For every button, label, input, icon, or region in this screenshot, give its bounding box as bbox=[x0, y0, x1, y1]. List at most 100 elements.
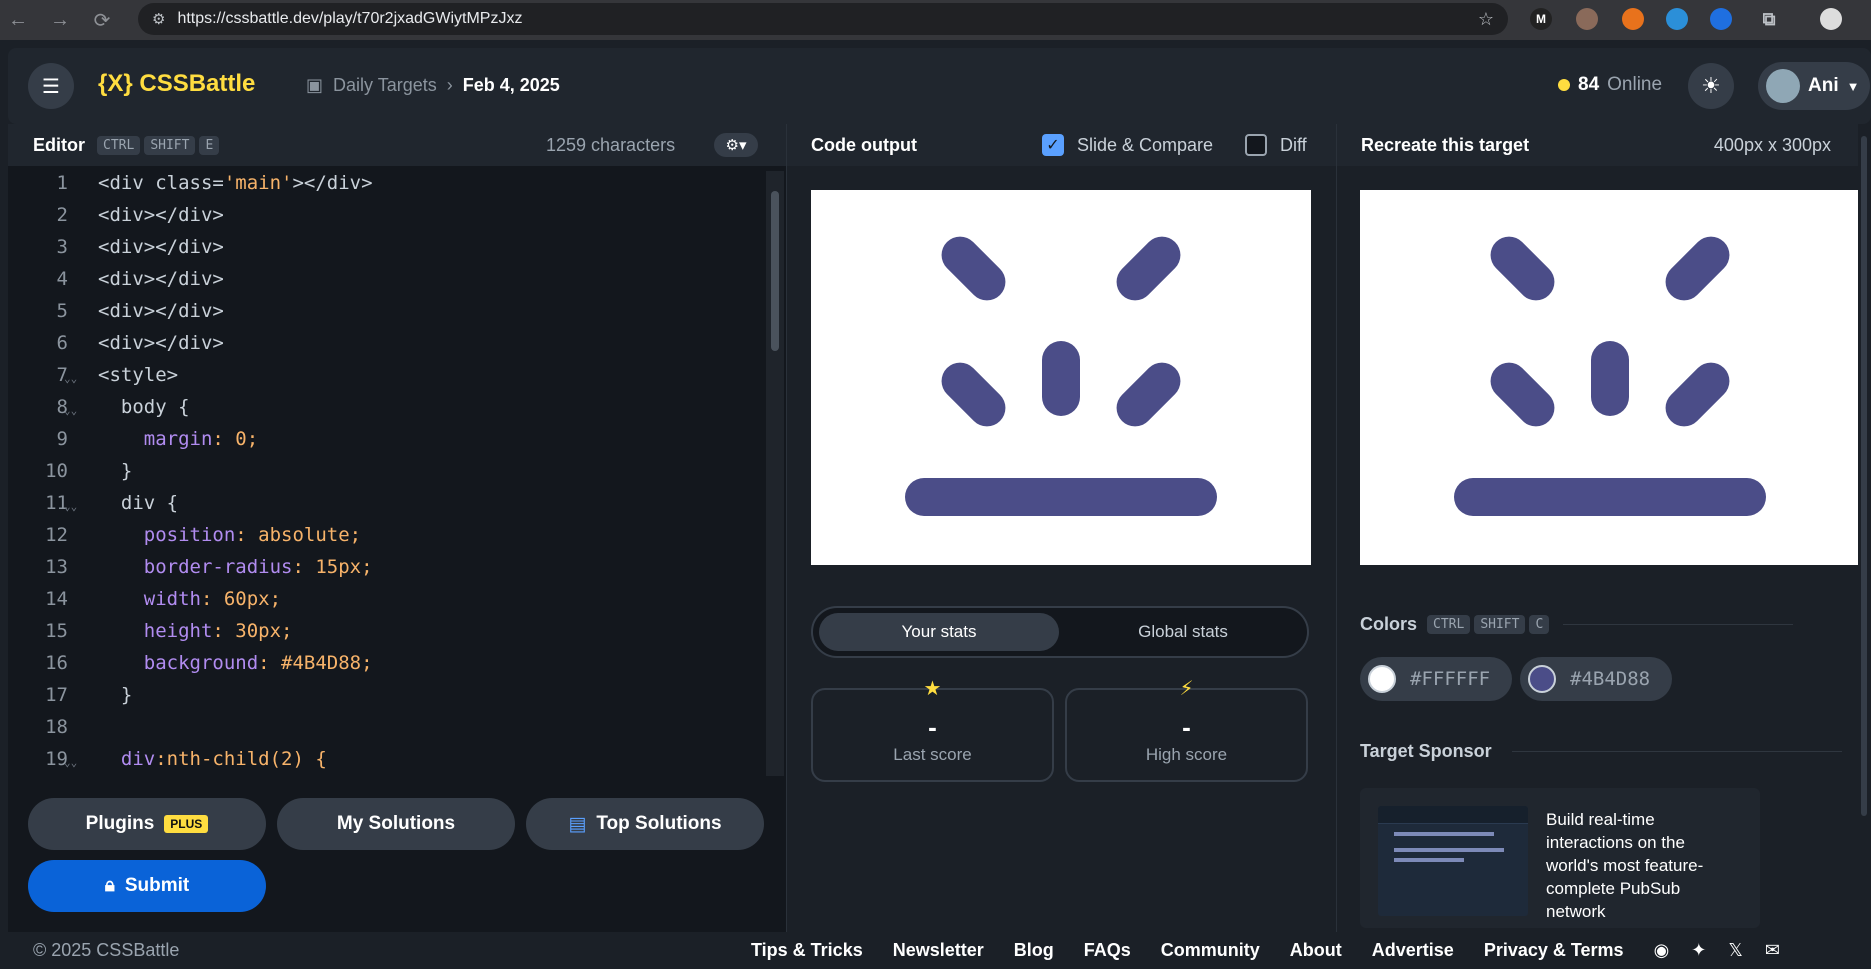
footer-link-faqs[interactable]: FAQs bbox=[1084, 940, 1131, 961]
color-hex: #4B4D88 bbox=[1570, 668, 1651, 690]
menu-button[interactable]: ☰ bbox=[28, 63, 74, 109]
breadcrumb-date: Feb 4, 2025 bbox=[462, 75, 560, 95]
address-bar[interactable]: ⚙ https://cssbattle.dev/play/t70r2jxadGW… bbox=[138, 3, 1508, 35]
sponsor-title: Target Sponsor bbox=[1360, 741, 1492, 761]
high-score-card: ⚡︎ - High score bbox=[1065, 678, 1308, 782]
extensions-puzzle-icon[interactable]: ⧉ bbox=[1758, 8, 1780, 30]
fold-chevron-icon[interactable]: ⌄⌄ bbox=[64, 756, 77, 769]
breadcrumb-daily-targets[interactable]: Daily Targets bbox=[333, 75, 437, 96]
forward-icon[interactable]: → bbox=[46, 9, 74, 32]
line-number: 18 bbox=[45, 716, 68, 738]
user-name: Ani bbox=[1808, 75, 1839, 96]
breadcrumb-chevron-icon: › bbox=[446, 75, 453, 95]
line-number: 13 bbox=[45, 556, 68, 578]
sun-icon: ☀ bbox=[1701, 73, 1721, 98]
target-image[interactable] bbox=[1360, 190, 1860, 565]
editor-settings-button[interactable]: ⚙▾ bbox=[714, 133, 758, 157]
top-solutions-button[interactable]: ▤ Top Solutions bbox=[526, 798, 764, 850]
slide-compare-checkbox[interactable]: ✓ bbox=[1042, 134, 1064, 156]
sponsor-text: Build real-time interactions on the worl… bbox=[1546, 810, 1704, 921]
my-solutions-label: My Solutions bbox=[336, 813, 456, 834]
footer-link-about[interactable]: About bbox=[1290, 940, 1342, 961]
tab-your-stats[interactable]: Your stats bbox=[819, 613, 1059, 651]
extension-m-icon[interactable]: M bbox=[1530, 8, 1552, 30]
high-score-label: High score bbox=[1145, 745, 1228, 764]
footer-link-advertise[interactable]: Advertise bbox=[1372, 940, 1454, 961]
output-header: Code output ✓ Slide & Compare Diff bbox=[787, 124, 1336, 166]
fold-chevron-icon[interactable]: ⌄⌄ bbox=[64, 372, 77, 385]
fold-chevron-icon[interactable]: ⌄⌄ bbox=[64, 500, 77, 513]
bar-shape bbox=[1454, 478, 1766, 516]
code-output-frame[interactable] bbox=[811, 190, 1311, 565]
extension-owl-icon[interactable] bbox=[1576, 8, 1598, 30]
output-title: Code output bbox=[811, 134, 917, 155]
reload-icon[interactable]: ⟳ bbox=[88, 8, 116, 33]
lock-icon: 🔒︎ bbox=[104, 875, 115, 896]
line-number: 2 bbox=[56, 204, 68, 226]
line-number: 3 bbox=[56, 236, 68, 258]
footer-link-community[interactable]: Community bbox=[1161, 940, 1260, 961]
copyright: © 2025 CSSBattle bbox=[33, 940, 180, 960]
line-number: 14 bbox=[45, 588, 68, 610]
sponsor-card[interactable]: Build real-time interactions on the worl… bbox=[1360, 788, 1760, 928]
extension-shield-icon[interactable] bbox=[1710, 8, 1732, 30]
submit-button[interactable]: 🔒︎ Submit bbox=[28, 860, 266, 912]
bookmark-star-icon[interactable]: ☆ bbox=[1478, 9, 1494, 30]
pill-shape bbox=[1657, 228, 1738, 309]
diff-label[interactable]: Diff bbox=[1280, 135, 1307, 156]
code-editor[interactable]: 1 <div class='main'></div> 2 <div></div> 3 <d… bbox=[8, 166, 778, 776]
color-swatch-purple[interactable]: #4B4D88 bbox=[1520, 657, 1672, 701]
online-label: Online bbox=[1607, 74, 1663, 95]
footer-link-blog[interactable]: Blog bbox=[1014, 940, 1054, 961]
submit-label: Submit bbox=[124, 875, 190, 896]
last-score-label: Last score bbox=[893, 745, 972, 764]
bluesky-icon[interactable]: ✦ bbox=[1691, 940, 1706, 961]
pill-shape bbox=[1108, 228, 1189, 309]
breadcrumb: ▣ Daily Targets › Feb 4, 2025 bbox=[306, 75, 560, 96]
discord-icon[interactable]: ◉ bbox=[1654, 940, 1670, 961]
extension-fox-icon[interactable] bbox=[1622, 8, 1644, 30]
last-score-card: ★ - Last score bbox=[811, 678, 1054, 782]
fold-chevron-icon[interactable]: ⌄⌄ bbox=[64, 404, 77, 417]
shortcut-key: CTRL bbox=[97, 135, 141, 155]
editor-scrollbar[interactable] bbox=[766, 171, 784, 776]
sponsor-code-tabs bbox=[1378, 806, 1528, 824]
code-line: width: 60px; bbox=[143, 588, 282, 610]
diff-checkbox[interactable] bbox=[1245, 134, 1267, 156]
color-swatch-white[interactable]: #FFFFFF bbox=[1360, 657, 1512, 701]
code-line: <div></div> bbox=[98, 204, 224, 226]
footer-link-newsletter[interactable]: Newsletter bbox=[893, 940, 984, 961]
line-number: 7 bbox=[56, 364, 68, 386]
footer-link-privacy[interactable]: Privacy & Terms bbox=[1484, 940, 1624, 961]
site-info-icon[interactable]: ⚙ bbox=[152, 10, 165, 28]
character-count: 1259 characters bbox=[546, 134, 676, 155]
code-line: <style> bbox=[98, 364, 179, 386]
target-scrollbar[interactable] bbox=[1858, 124, 1871, 932]
x-icon[interactable]: 𝕏 bbox=[1728, 940, 1743, 961]
pill-shape bbox=[1108, 354, 1189, 435]
user-menu-button[interactable]: Ani ▼ bbox=[1758, 62, 1870, 110]
cssbattle-logo[interactable]: {X} CSSBattle bbox=[98, 70, 255, 98]
line-number: 6 bbox=[56, 332, 68, 354]
scrollbar-thumb[interactable] bbox=[1861, 136, 1867, 816]
gear-icon: ⚙▾ bbox=[725, 137, 747, 154]
footer-link-tips[interactable]: Tips & Tricks bbox=[751, 940, 863, 961]
mail-icon[interactable]: ✉ bbox=[1765, 940, 1780, 961]
profile-avatar-icon[interactable] bbox=[1820, 8, 1842, 30]
back-icon[interactable]: ← bbox=[4, 9, 32, 32]
plugins-button[interactable]: Plugins PLUS bbox=[28, 798, 266, 850]
book-icon: ▤ bbox=[568, 813, 587, 835]
my-solutions-button[interactable]: My Solutions bbox=[277, 798, 515, 850]
code-line: body { bbox=[98, 396, 190, 418]
code-line: border-radius: 15px; bbox=[143, 556, 373, 578]
pill-shape bbox=[1042, 341, 1080, 416]
tab-global-stats[interactable]: Global stats bbox=[1063, 613, 1303, 651]
scrollbar-thumb[interactable] bbox=[771, 191, 779, 351]
shortcut-key: SHIFT bbox=[144, 135, 196, 155]
extension-blue-icon[interactable] bbox=[1666, 8, 1688, 30]
pill-shape bbox=[933, 228, 1014, 309]
line-number: 4 bbox=[56, 268, 68, 290]
line-number: 8 bbox=[56, 396, 68, 418]
theme-toggle-button[interactable]: ☀ bbox=[1688, 63, 1734, 109]
slide-compare-label[interactable]: Slide & Compare bbox=[1077, 135, 1213, 156]
